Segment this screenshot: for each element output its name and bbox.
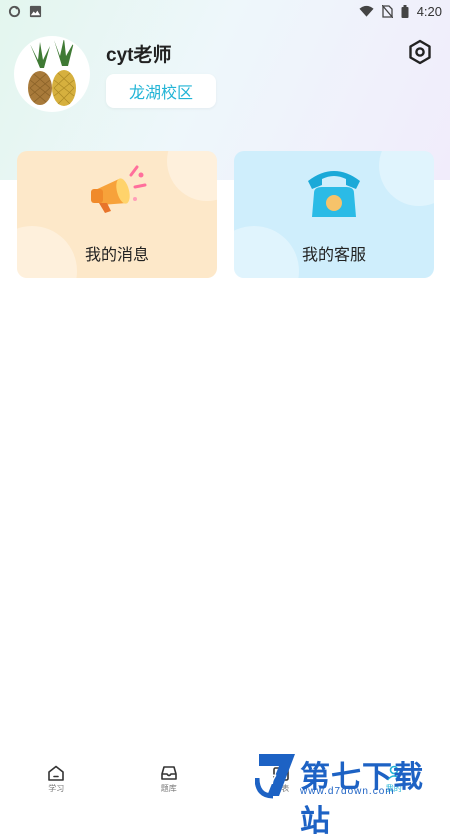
megaphone-icon <box>85 159 149 223</box>
gallery-icon <box>29 5 42 17</box>
watermark: 7 第七下载站 www.d7down.com <box>255 750 450 838</box>
my-messages-label: 我的消息 <box>84 247 149 264</box>
status-right: 4:20 <box>359 4 442 19</box>
no-sim-icon <box>381 4 393 18</box>
my-messages-card[interactable]: 我的消息 <box>17 151 217 278</box>
profile-header: cyt老师 龙湖校区 <box>16 38 436 118</box>
tab-question-bank-label: 题库 <box>160 784 177 793</box>
status-time: 4:20 <box>416 3 442 19</box>
settings-button[interactable] <box>406 38 434 66</box>
tab-study[interactable]: 学习 <box>0 755 112 794</box>
user-name: cyt老师 <box>106 45 172 66</box>
battery-icon <box>401 4 409 18</box>
tab-question-bank[interactable]: 题库 <box>113 755 225 794</box>
status-left <box>8 5 42 18</box>
settings-hex-icon <box>409 39 431 65</box>
watermark-url: www.d7down.com <box>300 786 395 797</box>
home-icon <box>48 765 65 781</box>
avatar[interactable] <box>16 38 88 110</box>
tab-study-label: 学习 <box>48 784 65 793</box>
pineapple-avatar-icon <box>16 38 88 110</box>
my-service-label: 我的客服 <box>301 247 366 264</box>
campus-button[interactable]: 龙湖校区 <box>106 74 216 108</box>
telephone-icon <box>302 159 366 223</box>
decor-circle <box>379 151 434 206</box>
status-bar: 4:20 <box>0 0 450 22</box>
watermark-logo-icon: 7 <box>255 754 295 799</box>
my-service-card[interactable]: 我的客服 <box>234 151 434 278</box>
watermark-logo-letter: 7 <box>269 771 277 787</box>
wifi-icon <box>359 5 374 17</box>
tray-icon <box>160 766 177 780</box>
sync-icon <box>8 5 21 17</box>
decor-circle <box>167 151 217 201</box>
